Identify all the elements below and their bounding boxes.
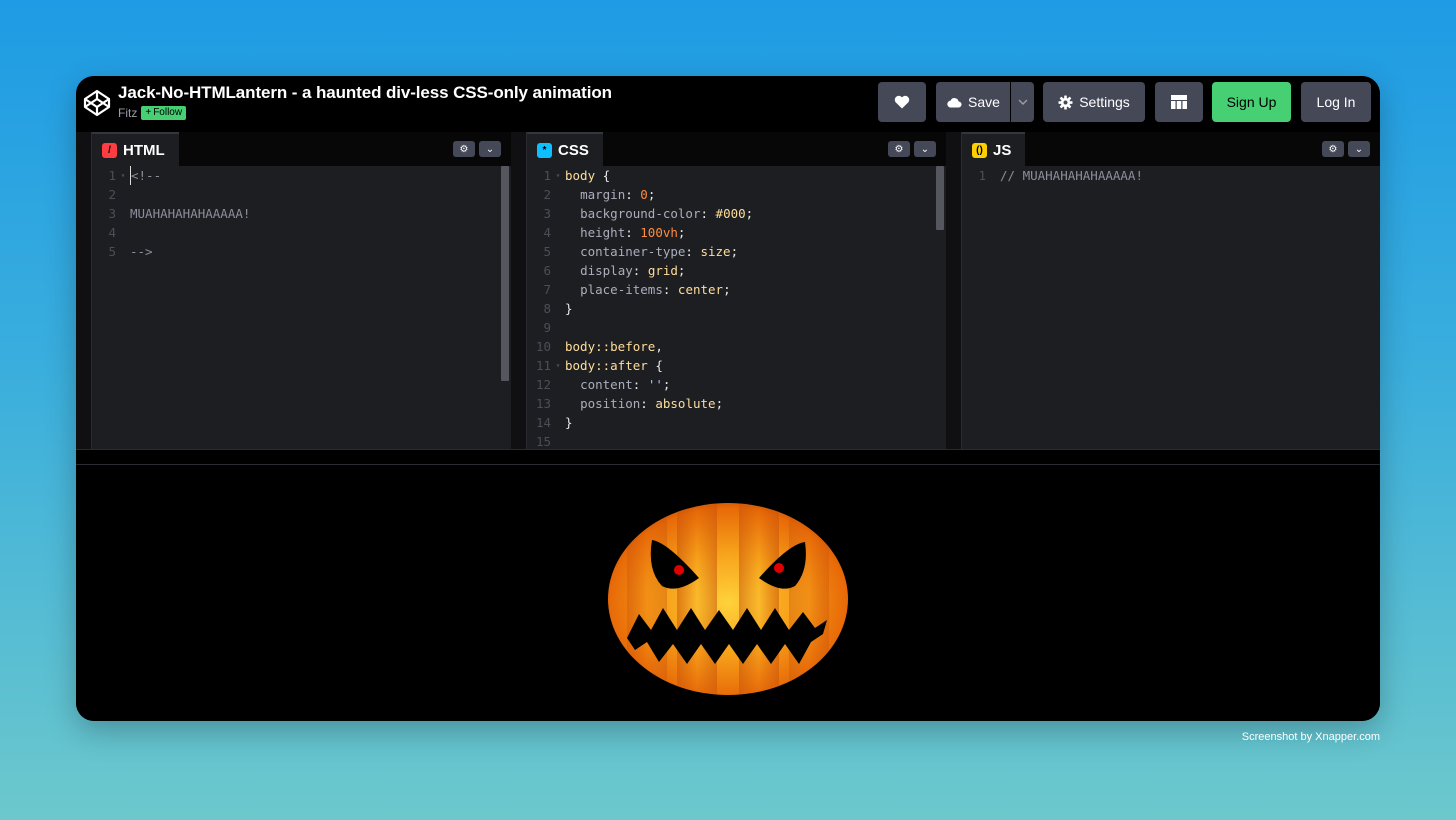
jack-o-lantern-image: [608, 503, 848, 695]
code-line: 5 container-type: size;: [543, 244, 739, 259]
save-label: Save: [968, 94, 1000, 110]
gear-icon[interactable]: ⚙: [1322, 141, 1344, 157]
editor-resizer[interactable]: [511, 132, 527, 449]
author-row: Fitz + Follow: [118, 106, 187, 120]
author-name[interactable]: Fitz: [118, 106, 137, 120]
code-line: 9: [543, 320, 551, 335]
editor-resizer[interactable]: [946, 132, 962, 449]
html-tabbar: / HTML ⚙ ⌄: [92, 132, 511, 166]
tab-css[interactable]: * CSS: [527, 132, 603, 166]
tab-js-label: JS: [993, 141, 1012, 159]
gear-icon: [1058, 94, 1073, 110]
gear-icon[interactable]: ⚙: [453, 141, 475, 157]
js-editor-pane: () JS ⚙ ⌄ 1// MUAHAHAHAHAAAAA!: [962, 132, 1380, 449]
js-code[interactable]: 1// MUAHAHAHAHAAAAA!: [962, 166, 1380, 449]
editor-resizer[interactable]: [76, 132, 92, 449]
chevron-down-icon[interactable]: ⌄: [479, 141, 501, 157]
code-line: 3 MUAHAHAHAHAAAAA!: [108, 206, 251, 221]
code-line: 2: [108, 187, 116, 202]
js-braces-icon: (): [972, 142, 987, 158]
code-line: 2 margin: 0;: [543, 187, 656, 202]
follow-button[interactable]: + Follow: [141, 106, 187, 120]
chevron-down-icon[interactable]: ⌄: [914, 141, 936, 157]
log-in-button[interactable]: Log In: [1301, 82, 1371, 122]
code-line: 12 content: '';: [535, 377, 671, 392]
settings-button[interactable]: Settings: [1043, 82, 1145, 122]
html-scrollbar[interactable]: [501, 166, 509, 381]
css-editor-tools: ⚙ ⌄: [888, 141, 936, 157]
code-line: 1 ▾ <!--: [108, 166, 162, 185]
layout-grid-icon: [1171, 95, 1187, 109]
js-editor-tools: ⚙ ⌄: [1322, 141, 1370, 157]
code-line: 1 ▾ body {: [543, 168, 611, 183]
watermark: Screenshot by Xnapper.com: [1241, 731, 1380, 743]
heart-icon: [894, 95, 910, 109]
chevron-down-icon: [1018, 99, 1027, 105]
tab-html[interactable]: / HTML: [92, 132, 179, 166]
pen-title[interactable]: Jack-No-HTMLantern - a haunted div-less …: [118, 83, 612, 103]
codepen-window: Jack-No-HTMLantern - a haunted div-less …: [76, 76, 1380, 721]
preview-output[interactable]: [76, 465, 1380, 721]
code-line: 4 height: 100vh;: [543, 225, 686, 240]
code-line: 1// MUAHAHAHAHAAAAA!: [978, 168, 1143, 183]
plus-icon: +: [145, 107, 152, 118]
tab-css-label: CSS: [558, 141, 589, 159]
css-tabbar: * CSS ⚙ ⌄: [527, 132, 946, 166]
codepen-logo-icon[interactable]: [82, 88, 112, 118]
code-line: 13 position: absolute;: [535, 396, 724, 411]
change-view-button[interactable]: [1155, 82, 1203, 122]
settings-label: Settings: [1079, 94, 1130, 110]
gear-icon[interactable]: ⚙: [888, 141, 910, 157]
code-line: 3 background-color: #000;: [543, 206, 754, 221]
html-editor-tools: ⚙ ⌄: [453, 141, 501, 157]
cloud-icon: [947, 97, 962, 108]
tab-html-label: HTML: [123, 141, 165, 159]
css-asterisk-icon: *: [537, 142, 552, 158]
follow-label: Follow: [153, 107, 183, 118]
code-line: 7 place-items: center;: [543, 282, 731, 297]
code-line: 10 body::before,: [535, 339, 663, 354]
code-line: 8}: [543, 301, 573, 316]
html-editor-pane: / HTML ⚙ ⌄ 1 ▾ <!-- 2 3 MUAHAHAHAHAAAAA! 4 …: [92, 132, 511, 449]
code-line: 5 -->: [108, 244, 153, 259]
save-button[interactable]: Save: [936, 82, 1010, 122]
js-tabbar: () JS ⚙ ⌄: [962, 132, 1380, 166]
pen-header: Jack-No-HTMLantern - a haunted div-less …: [76, 76, 1380, 132]
heart-button[interactable]: [878, 82, 926, 122]
save-dropdown-button[interactable]: [1011, 82, 1034, 122]
css-scrollbar[interactable]: [936, 166, 944, 230]
preview-resize-bar[interactable]: [76, 449, 1380, 465]
sign-up-button[interactable]: Sign Up: [1212, 82, 1291, 122]
chevron-down-icon[interactable]: ⌄: [1348, 141, 1370, 157]
html-code[interactable]: 1 ▾ <!-- 2 3 MUAHAHAHAHAAAAA! 4 5 -->: [92, 166, 511, 449]
html-slash-icon: /: [102, 142, 117, 158]
code-line: 15: [535, 434, 551, 449]
css-editor-pane: * CSS ⚙ ⌄ 1 ▾ body { 2 margin: 0; 3 backgrou…: [527, 132, 946, 449]
code-line: 6 display: grid;: [543, 263, 686, 278]
css-code[interactable]: 1 ▾ body { 2 margin: 0; 3 background-color: …: [527, 166, 946, 449]
tab-js[interactable]: () JS: [962, 132, 1026, 166]
code-line: 11 ▾ body::after {: [535, 358, 663, 373]
code-line: 14}: [535, 415, 573, 430]
editor-area: / HTML ⚙ ⌄ 1 ▾ <!-- 2 3 MUAHAHAHAHAAAAA! 4 …: [76, 132, 1380, 449]
code-line: 4: [108, 225, 116, 240]
